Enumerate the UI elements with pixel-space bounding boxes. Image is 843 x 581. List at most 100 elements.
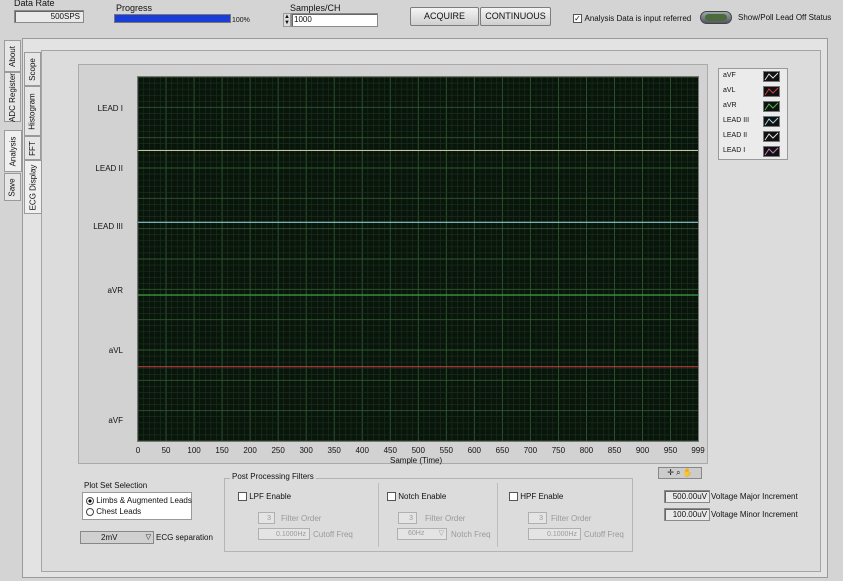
pan-hand-icon[interactable]: ✋	[683, 468, 693, 477]
radio-selected-icon	[86, 496, 94, 505]
input-referred-label: Analysis Data is input referred	[584, 14, 692, 23]
x-tick-label: 150	[215, 446, 229, 455]
filters-title: Post Processing Filters	[230, 472, 316, 481]
x-axis-label: Sample (Time)	[390, 456, 443, 465]
radio-chest[interactable]: Chest Leads	[86, 507, 141, 516]
notch-freq-value: 60Hz	[408, 530, 425, 537]
legend-swatch-icon[interactable]	[763, 146, 780, 157]
x-tick-label: 900	[635, 446, 650, 455]
lpf-order-input[interactable]: 3	[258, 512, 275, 524]
progress-fill	[115, 15, 230, 22]
radio-unselected-icon	[86, 507, 94, 516]
hpf-cutoff-input[interactable]: 0.1000Hz	[528, 528, 581, 540]
legend-swatch-icon[interactable]	[763, 116, 780, 127]
x-tick-label: 850	[607, 446, 622, 455]
y-label-avf: aVF	[108, 416, 123, 425]
legend-swatch-icon[interactable]	[763, 86, 780, 97]
lpf-checkbox-box[interactable]	[238, 492, 247, 502]
tab-scope[interactable]: Scope	[24, 52, 41, 86]
x-tick-label: 600	[467, 446, 482, 455]
lpf-cutoff-label: Cutoff Freq	[313, 530, 353, 539]
legend-item[interactable]: aVR	[723, 102, 737, 109]
legend-swatch-icon[interactable]	[763, 71, 780, 82]
x-tick-label: 400	[355, 446, 369, 455]
notch-enable-label: Notch Enable	[398, 492, 447, 501]
ecg-plot[interactable]	[137, 76, 699, 442]
lead-off-toggle[interactable]	[700, 11, 732, 24]
legend-swatch-icon[interactable]	[763, 131, 780, 142]
tab-histogram[interactable]: Histogram	[24, 86, 41, 136]
hpf-order-input[interactable]: 3	[528, 512, 547, 524]
hpf-cutoff-label: Cutoff Freq	[584, 530, 624, 539]
plot-set-title: Plot Set Selection	[84, 481, 148, 490]
samples-label: Samples/CH	[290, 3, 341, 13]
notch-order-label: Filter Order	[425, 514, 466, 523]
lpf-enable-checkbox[interactable]: LPF Enable	[238, 492, 292, 502]
x-tick-label: 550	[439, 446, 453, 455]
tab-fft[interactable]: FFT	[24, 136, 41, 160]
hpf-enable-label: HPF Enable	[520, 492, 564, 501]
radio-chest-label: Chest Leads	[96, 507, 142, 516]
legend-item[interactable]: LEAD I	[723, 147, 745, 154]
legend-item[interactable]: LEAD II	[723, 132, 747, 139]
y-label-lead-iii: LEAD III	[93, 222, 123, 231]
notch-checkbox-box[interactable]	[387, 492, 396, 502]
legend-item[interactable]: aVL	[723, 87, 735, 94]
plot-legend[interactable]: aVF aVL aVR LEAD III LEAD II LEAD I	[718, 68, 788, 160]
notch-chevron-icon: ▽	[438, 530, 444, 537]
input-referred-checkbox[interactable]: ✓ Analysis Data is input referred	[573, 13, 692, 24]
x-tick-label: 950	[663, 446, 678, 455]
voltage-major-indicator: 500.00uV	[664, 490, 710, 503]
data-rate-indicator: 500SPS	[14, 10, 84, 23]
lpf-enable-label: LPF Enable	[249, 492, 292, 501]
voltage-minor-indicator: 100.00uV	[664, 508, 710, 521]
x-tick-label: 650	[495, 446, 510, 455]
hpf-checkbox-box[interactable]	[509, 492, 518, 502]
notch-order-input[interactable]: 3	[398, 512, 417, 524]
crosshair-icon[interactable]: ✛	[667, 468, 674, 477]
checkbox-box[interactable]: ✓	[573, 14, 582, 24]
ecg-separation-label: ECG separation	[156, 533, 213, 542]
x-tick-label: 0	[135, 446, 141, 455]
lpf-order-label: Filter Order	[281, 514, 322, 523]
y-label-avl: aVL	[108, 346, 123, 355]
tab-about[interactable]: About	[4, 40, 21, 72]
x-tick-label: 250	[271, 446, 285, 455]
legend-item[interactable]: aVF	[723, 72, 736, 79]
zoom-icon[interactable]: ⌕	[676, 468, 680, 477]
samples-stepper[interactable]: ▲ ▼	[283, 13, 291, 27]
legend-swatch-icon[interactable]	[763, 101, 780, 112]
legend-item[interactable]: LEAD III	[723, 117, 749, 124]
x-tick-label: 800	[579, 446, 594, 455]
x-tick-label: 999	[691, 446, 705, 455]
x-tick-label: 50	[161, 446, 171, 455]
tab-analysis[interactable]: Analysis	[4, 130, 22, 172]
tab-adc-register[interactable]: ADC Register	[4, 72, 21, 122]
notch-enable-checkbox[interactable]: Notch Enable	[387, 492, 447, 502]
hpf-enable-checkbox[interactable]: HPF Enable	[509, 492, 564, 502]
radio-limbs[interactable]: Limbs & Augmented Leads	[86, 496, 192, 505]
samples-input[interactable]: 1000	[291, 13, 378, 27]
hpf-order-label: Filter Order	[551, 514, 592, 523]
continuous-button[interactable]: CONTINUOUS	[480, 7, 551, 26]
ecg-separation-select[interactable]: 2mV ▽	[80, 531, 154, 544]
x-tick-label: 350	[327, 446, 341, 455]
plot-set-radio-group[interactable]: Limbs & Augmented Leads Chest Leads	[82, 492, 192, 520]
y-label-lead-ii: LEAD II	[95, 164, 123, 173]
voltage-major-label: Voltage Major Increment	[711, 492, 798, 501]
chevron-down-icon: ▽	[145, 534, 151, 541]
graph-palette[interactable]: ✛ ⌕ ✋	[658, 467, 702, 479]
lpf-cutoff-input[interactable]: 0.1000Hz	[258, 528, 310, 540]
progress-bar	[114, 14, 231, 23]
filter-divider-2	[497, 483, 498, 547]
acquire-button[interactable]: ACQUIRE	[410, 7, 479, 26]
progress-percent: 100%	[232, 17, 250, 24]
y-label-avr: aVR	[107, 286, 123, 295]
notch-freq-label: Notch Freq	[451, 530, 491, 539]
x-tick-label: 200	[243, 446, 257, 455]
x-tick-label: 300	[299, 446, 313, 455]
notch-freq-select[interactable]: 60Hz ▽	[397, 528, 447, 540]
tab-save[interactable]: Save	[4, 173, 21, 201]
tab-ecg-display[interactable]: ECG Display	[24, 160, 42, 214]
x-tick-label: 750	[551, 446, 566, 455]
